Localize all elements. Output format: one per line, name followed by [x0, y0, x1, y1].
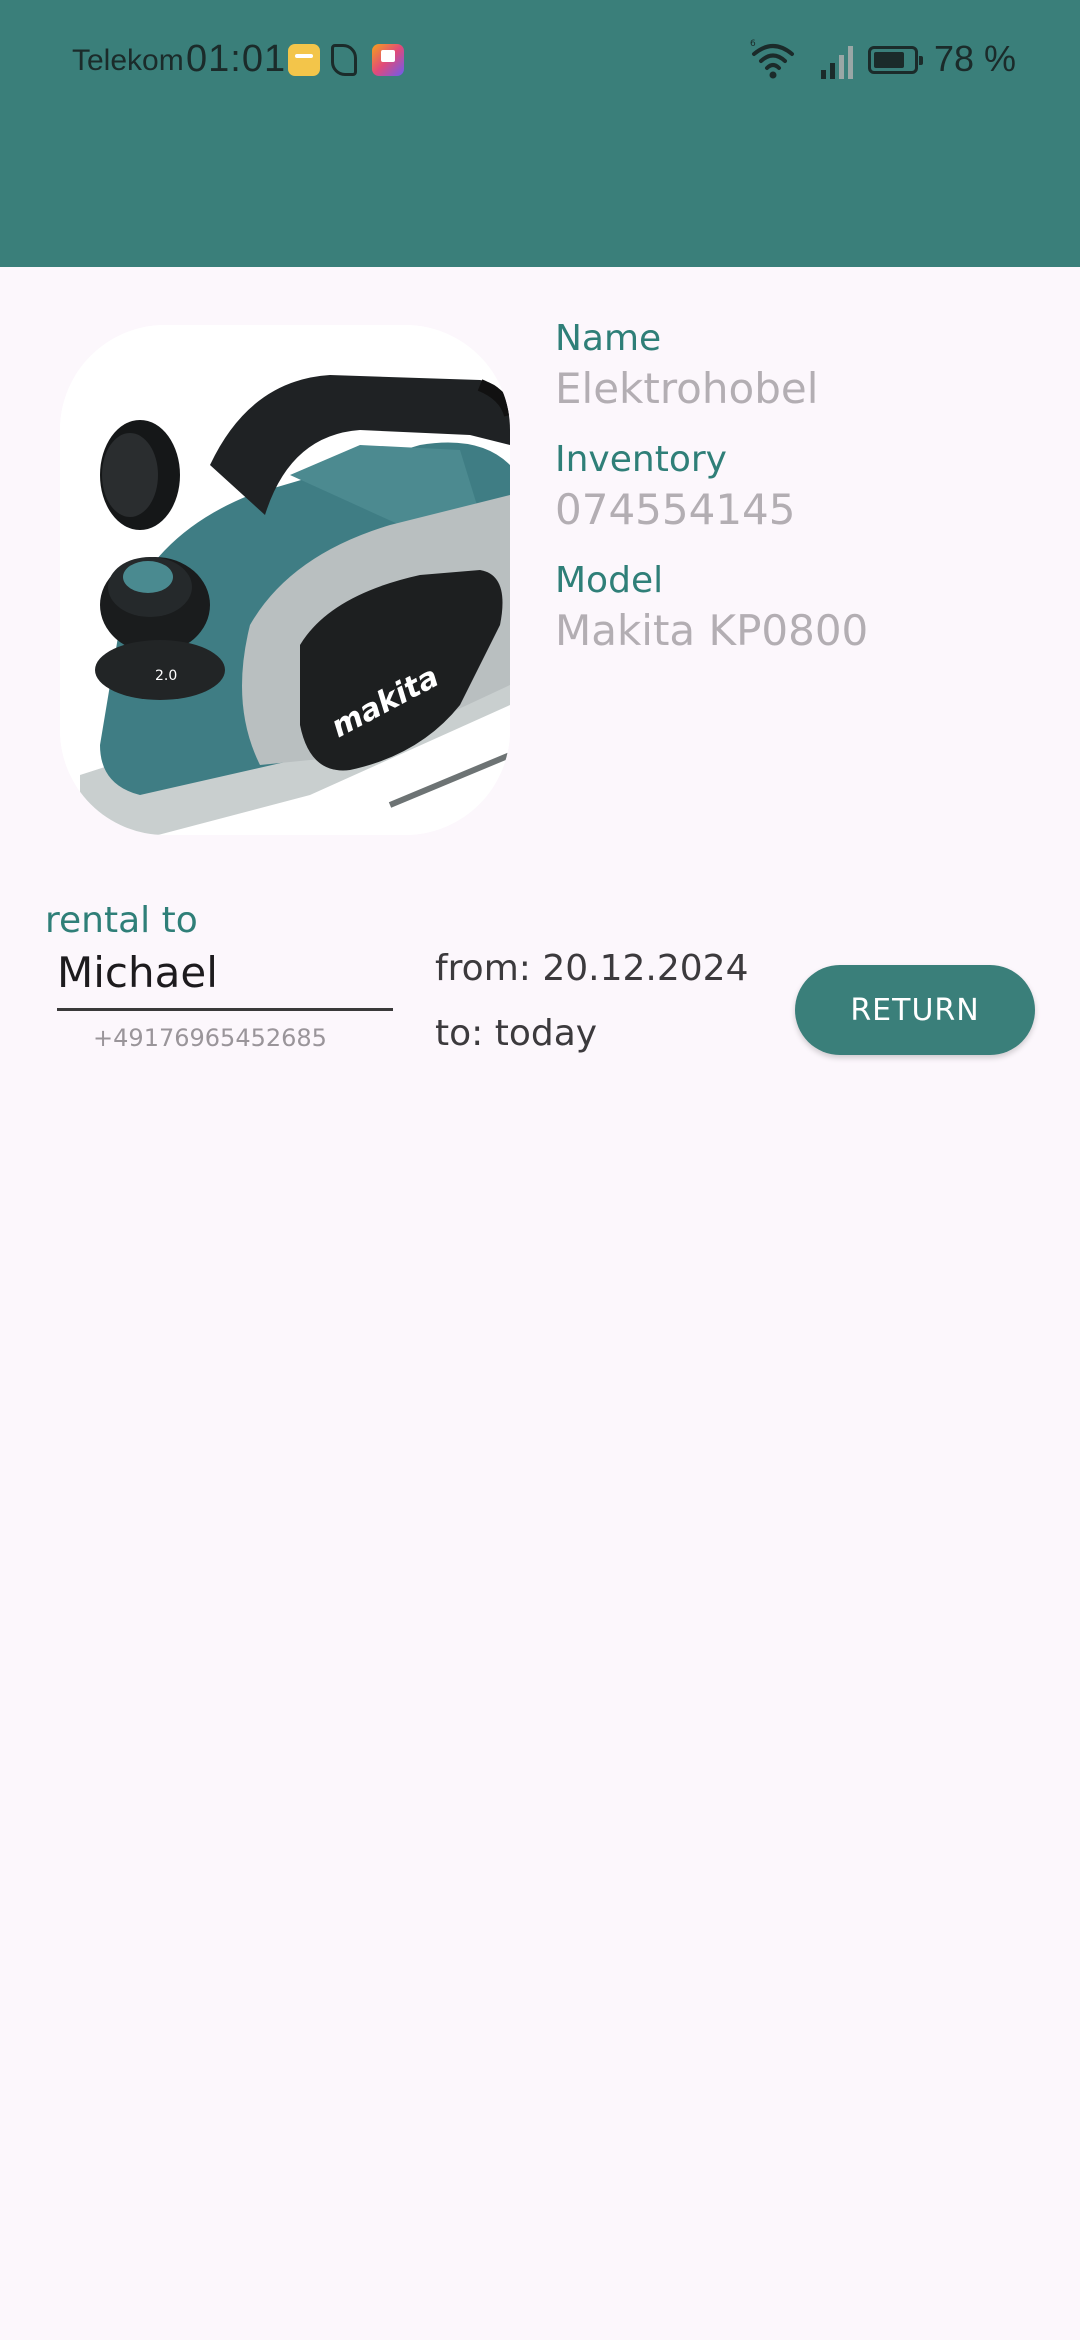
inventory-label: Inventory	[555, 439, 727, 480]
renter-name-underline	[57, 1008, 393, 1011]
battery-icon	[868, 46, 923, 74]
electric-planer-photo-icon: makita 2.0	[60, 325, 510, 835]
model-value: Makita KP0800	[555, 606, 869, 655]
name-value: Elektrohobel	[555, 364, 819, 413]
carrier-name: Telekom	[72, 44, 184, 77]
item-photo[interactable]: makita 2.0	[60, 325, 510, 835]
renter-name-field[interactable]: Michael	[57, 948, 218, 997]
paint-app-icon	[372, 44, 404, 76]
name-label: Name	[555, 318, 662, 359]
rental-to-label: rental to	[45, 900, 198, 941]
battery-fill	[874, 52, 904, 68]
battery-percent: 78 %	[934, 38, 1017, 79]
svg-text:2.0: 2.0	[155, 668, 177, 684]
wifi-icon: 6	[750, 39, 794, 79]
svg-text:6: 6	[750, 39, 756, 49]
inventory-value: 074554145	[555, 485, 796, 534]
mail-notification-icon	[288, 44, 320, 76]
return-button[interactable]: RETURN	[795, 965, 1035, 1055]
rental-to-date: to: today	[435, 1013, 598, 1054]
status-time: 01:01	[186, 38, 287, 80]
leaf-app-icon	[331, 44, 357, 76]
rental-from-date: from: 20.12.2024	[435, 948, 749, 989]
model-label: Model	[555, 560, 664, 601]
status-bar: Telekom 01:01 6 78 %	[0, 30, 1080, 94]
renter-phone: +49176965452685	[93, 1024, 327, 1052]
signal-strength-icon	[821, 46, 853, 79]
